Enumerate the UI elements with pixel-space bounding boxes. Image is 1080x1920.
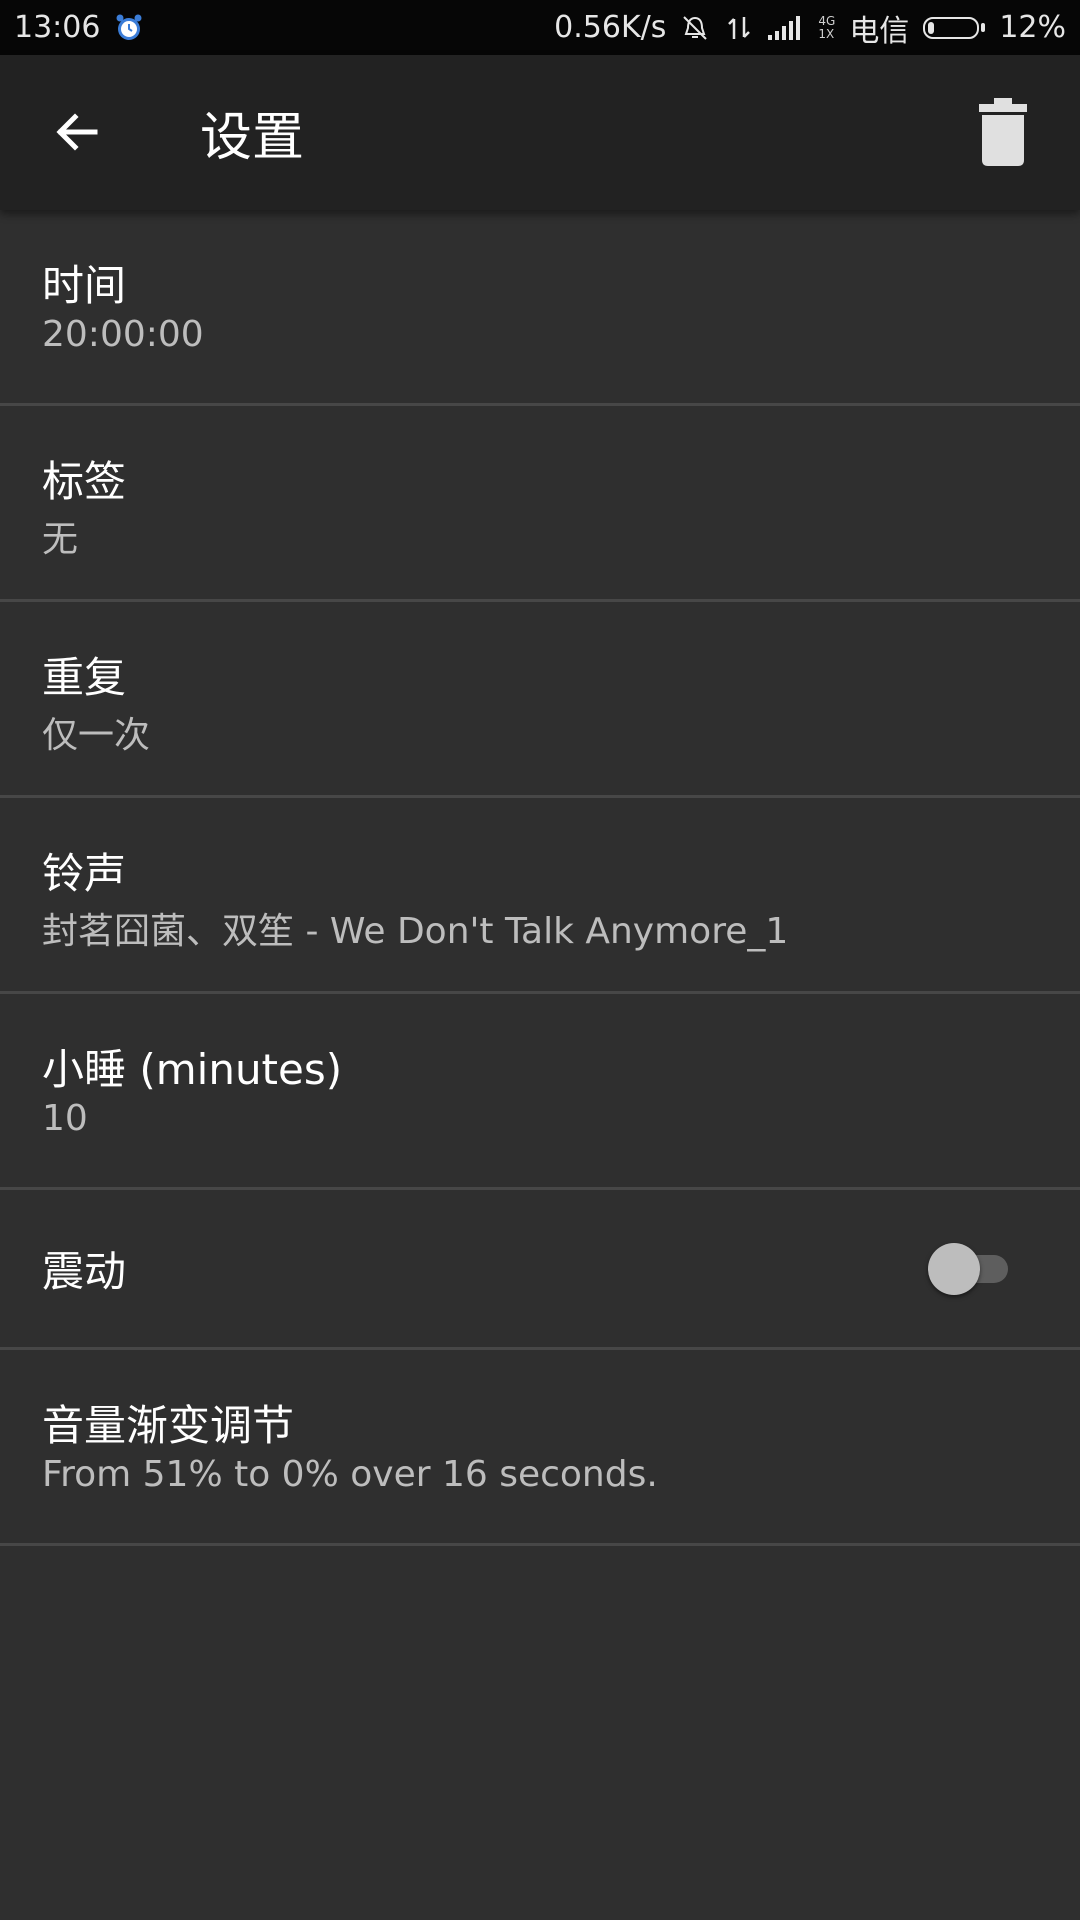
alarm-off-icon	[683, 15, 708, 40]
setting-vibrate[interactable]: 震动	[0, 1190, 1080, 1350]
status-time: 13:06	[14, 10, 101, 45]
trash-icon	[979, 98, 1027, 166]
setting-label[interactable]: 标签 无	[0, 406, 1080, 602]
battery-percent: 12%	[999, 10, 1066, 45]
setting-title: 震动	[42, 1247, 127, 1296]
settings-list: 时间 20:00:00 标签 无 重复 仅一次 铃声 封茗囧菌、双笙 - We …	[0, 210, 1080, 1546]
carrier-name: 电信	[849, 13, 910, 49]
setting-title: 小睡 (minutes)	[42, 1045, 343, 1094]
status-left: 13:06	[14, 0, 144, 55]
app-toolbar: 设置	[0, 55, 1080, 210]
setting-title: 音量渐变调节	[42, 1401, 295, 1450]
setting-title: 铃声	[42, 849, 127, 898]
toggle-thumb	[928, 1243, 980, 1295]
net-speed: 0.56K/s	[554, 10, 667, 45]
arrow-left-icon	[56, 113, 98, 151]
setting-title: 重复	[42, 653, 127, 702]
status-bar: 13:06 0.56K/s 4G 1X 电信 12%	[0, 0, 1080, 55]
setting-snooze[interactable]: 小睡 (minutes) 10	[0, 994, 1080, 1190]
vibrate-toggle[interactable]	[928, 1243, 1008, 1295]
setting-volume-ramp[interactable]: 音量渐变调节 From 51% to 0% over 16 seconds.	[0, 1350, 1080, 1546]
setting-time[interactable]: 时间 20:00:00	[0, 210, 1080, 406]
setting-value: 仅一次	[42, 715, 151, 756]
status-right: 0.56K/s 4G 1X 电信 12%	[554, 0, 1066, 55]
network-type: 4G 1X	[818, 13, 836, 41]
setting-title: 标签	[42, 457, 127, 506]
setting-value: 封茗囧菌、双笙 - We Don't Talk Anymore_1	[42, 911, 789, 952]
setting-ringtone[interactable]: 铃声 封茗囧菌、双笙 - We Don't Talk Anymore_1	[0, 798, 1080, 994]
setting-value: From 51% to 0% over 16 seconds.	[42, 1454, 658, 1495]
back-button[interactable]	[40, 95, 114, 169]
setting-value: 20:00:00	[42, 314, 204, 355]
alarm-clock-icon	[116, 14, 142, 40]
setting-title: 时间	[42, 261, 127, 310]
setting-value: 无	[42, 519, 79, 560]
signal-strength-icon	[768, 15, 801, 40]
battery-fill	[928, 21, 935, 34]
battery-cap	[981, 23, 986, 32]
battery-icon	[923, 16, 986, 39]
setting-value: 10	[42, 1098, 88, 1139]
network-type-bottom: 1X	[818, 26, 835, 41]
delete-button[interactable]	[966, 95, 1040, 169]
battery-body	[923, 16, 980, 39]
setting-repeat[interactable]: 重复 仅一次	[0, 602, 1080, 798]
network-type-top: 4G	[818, 13, 836, 28]
page-title: 设置	[200, 108, 305, 168]
data-transfer-icon	[728, 16, 751, 39]
